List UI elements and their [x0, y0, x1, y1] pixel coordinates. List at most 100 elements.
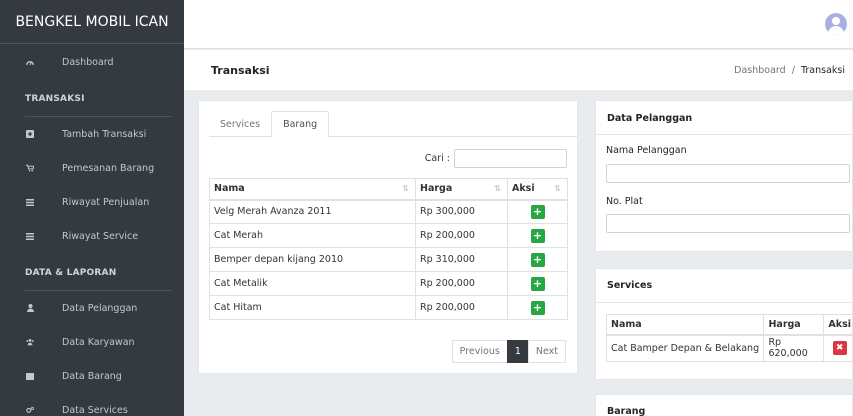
column-header-aksi[interactable]: Aksi ⇅	[507, 178, 568, 201]
sidebar-item-label: Data Barang	[62, 370, 122, 382]
table-row: Cat Hitam Rp 200,000 +	[209, 295, 568, 320]
sidebar-item-data-barang[interactable]: Data Barang	[0, 359, 184, 393]
add-item-button[interactable]: +	[530, 276, 545, 291]
cogs-icon	[26, 406, 34, 414]
brand-title[interactable]: BENGKEL MOBIL ICAN	[0, 0, 184, 44]
sidebar-item-data-pelanggan[interactable]: Data Pelanggan	[0, 291, 184, 325]
sidebar-item-pemesanan-barang[interactable]: Pemesanan Barang	[0, 151, 184, 185]
cart-icon	[26, 164, 34, 172]
sidebar-item-data-services[interactable]: Data Services	[0, 393, 184, 416]
sidebar-item-riwayat-service[interactable]: Riwayat Service	[0, 219, 184, 253]
cell-nama: Bemper depan kijang 2010	[209, 247, 416, 272]
table-row: Velg Merah Avanza 2011 Rp 300,000 +	[209, 199, 568, 224]
sidebar-item-label: Data Services	[62, 404, 128, 416]
page-title: Transaksi	[211, 64, 270, 77]
cell-harga: Rp 200,000	[415, 271, 508, 296]
divider	[596, 302, 852, 303]
column-header-aksi: Aksi	[823, 314, 853, 336]
sidebar-item-label: Riwayat Penjualan	[62, 196, 150, 208]
sidebar-item-label: Data Pelanggan	[62, 302, 138, 314]
pagination-page-1[interactable]: 1	[506, 340, 529, 363]
column-header-nama[interactable]: Nama ⇅	[209, 178, 416, 201]
column-header-harga[interactable]: Harga ⇅	[415, 178, 508, 201]
table-row: Bemper depan kijang 2010 Rp 310,000 +	[209, 247, 568, 272]
search-row: Cari :	[209, 149, 567, 168]
cell-nama: Cat Bamper Depan & Belakang	[605, 334, 765, 362]
avatar-head	[832, 17, 840, 25]
plus-square-icon	[26, 130, 34, 138]
table-row: Cat Metalik Rp 200,000 +	[209, 271, 568, 296]
users-icon	[26, 338, 34, 346]
add-item-button[interactable]: +	[530, 300, 545, 315]
cell-harga: Rp 310,000	[415, 247, 508, 272]
pagination: Previous 1 Next	[451, 340, 566, 363]
sidebar: BENGKEL MOBIL ICAN Dashboard TRANSAKSI T…	[0, 0, 184, 416]
topbar	[184, 0, 853, 49]
table-row: Cat Bamper Depan & Belakang Rp 620,000 ✖	[605, 334, 853, 362]
breadcrumb-separator: /	[791, 65, 795, 76]
user-icon	[26, 304, 34, 312]
nama-pelanggan-input[interactable]	[606, 164, 850, 183]
tab-barang[interactable]: Barang	[271, 111, 330, 138]
sidebar-item-label: Pemesanan Barang	[62, 162, 155, 174]
column-header-label: Nama	[214, 183, 245, 195]
list-icon	[26, 198, 34, 206]
table-row: Cat Merah Rp 200,000 +	[209, 223, 568, 248]
sidebar-item-data-karyawan[interactable]: Data Karyawan	[0, 325, 184, 359]
box-icon	[26, 372, 34, 380]
sort-icon: ⇅	[494, 184, 501, 193]
add-item-button[interactable]: +	[530, 204, 545, 219]
cell-harga: Rp 620,000	[763, 334, 825, 362]
tab-bar: Services Barang	[209, 111, 577, 138]
cell-nama: Cat Merah	[209, 223, 416, 248]
barang-table: Nama ⇅ Harga ⇅ Aksi ⇅ Velg Merah Avanza 201…	[209, 178, 568, 320]
sidebar-item-dashboard[interactable]: Dashboard	[0, 44, 184, 80]
search-input[interactable]	[454, 149, 567, 168]
list-icon	[26, 232, 34, 240]
section-header-laporan: DATA & LAPORAN	[25, 268, 117, 278]
cell-nama: Velg Merah Avanza 2011	[209, 199, 416, 224]
items-card: Services Barang Cari : Nama ⇅ Harga ⇅ Aksi…	[198, 100, 578, 374]
no-plat-input[interactable]	[606, 214, 850, 233]
column-header-label: Harga	[420, 183, 453, 195]
card-title: Services	[607, 280, 653, 291]
pagination-previous[interactable]: Previous	[451, 340, 508, 363]
breadcrumb-home[interactable]: Dashboard	[734, 65, 786, 76]
sidebar-item-label: Dashboard	[62, 56, 114, 68]
cell-nama: Cat Hitam	[209, 295, 416, 320]
card-title: Barang	[607, 406, 646, 416]
avatar-body	[828, 26, 844, 35]
sidebar-item-label: Riwayat Service	[62, 230, 139, 242]
search-label: Cari :	[424, 153, 450, 164]
sidebar-item-label: Data Karyawan	[62, 336, 135, 348]
sidebar-item-riwayat-penjualan[interactable]: Riwayat Penjualan	[0, 185, 184, 219]
add-item-button[interactable]: +	[530, 228, 545, 243]
cell-harga: Rp 200,000	[415, 295, 508, 320]
no-plat-label: No. Plat	[606, 196, 643, 207]
tab-services[interactable]: Services	[209, 111, 271, 137]
sort-icon: ⇅	[554, 184, 561, 193]
data-pelanggan-card: Data Pelanggan Nama Pelanggan No. Plat	[595, 100, 853, 252]
section-header-transaksi: TRANSAKSI	[25, 94, 85, 104]
column-header-nama: Nama	[605, 314, 765, 336]
breadcrumb: Dashboard / Transaksi	[734, 65, 845, 76]
divider	[596, 134, 852, 135]
column-header-harga: Harga	[763, 314, 825, 336]
sidebar-item-label: Tambah Transaksi	[62, 128, 147, 140]
nama-pelanggan-label: Nama Pelanggan	[606, 145, 687, 156]
card-title: Data Pelanggan	[607, 113, 693, 124]
add-item-button[interactable]: +	[530, 252, 545, 267]
barang-card: Barang	[595, 394, 853, 416]
user-avatar-icon[interactable]	[825, 13, 847, 35]
pagination-next[interactable]: Next	[527, 340, 566, 363]
services-card: Services Nama Harga Aksi Cat Bamper Depa…	[595, 268, 853, 380]
content-header: Transaksi Dashboard / Transaksi	[184, 50, 853, 90]
dashboard-icon	[26, 58, 34, 66]
services-table: Nama Harga Aksi Cat Bamper Depan & Belak…	[605, 314, 853, 362]
sort-icon: ⇅	[402, 184, 409, 193]
column-header-label: Aksi	[512, 183, 535, 195]
sidebar-item-tambah-transaksi[interactable]: Tambah Transaksi	[0, 117, 184, 151]
remove-service-button[interactable]: ✖	[832, 341, 847, 356]
cell-nama: Cat Metalik	[209, 271, 416, 296]
table-header-row: Nama Harga Aksi	[605, 314, 853, 336]
